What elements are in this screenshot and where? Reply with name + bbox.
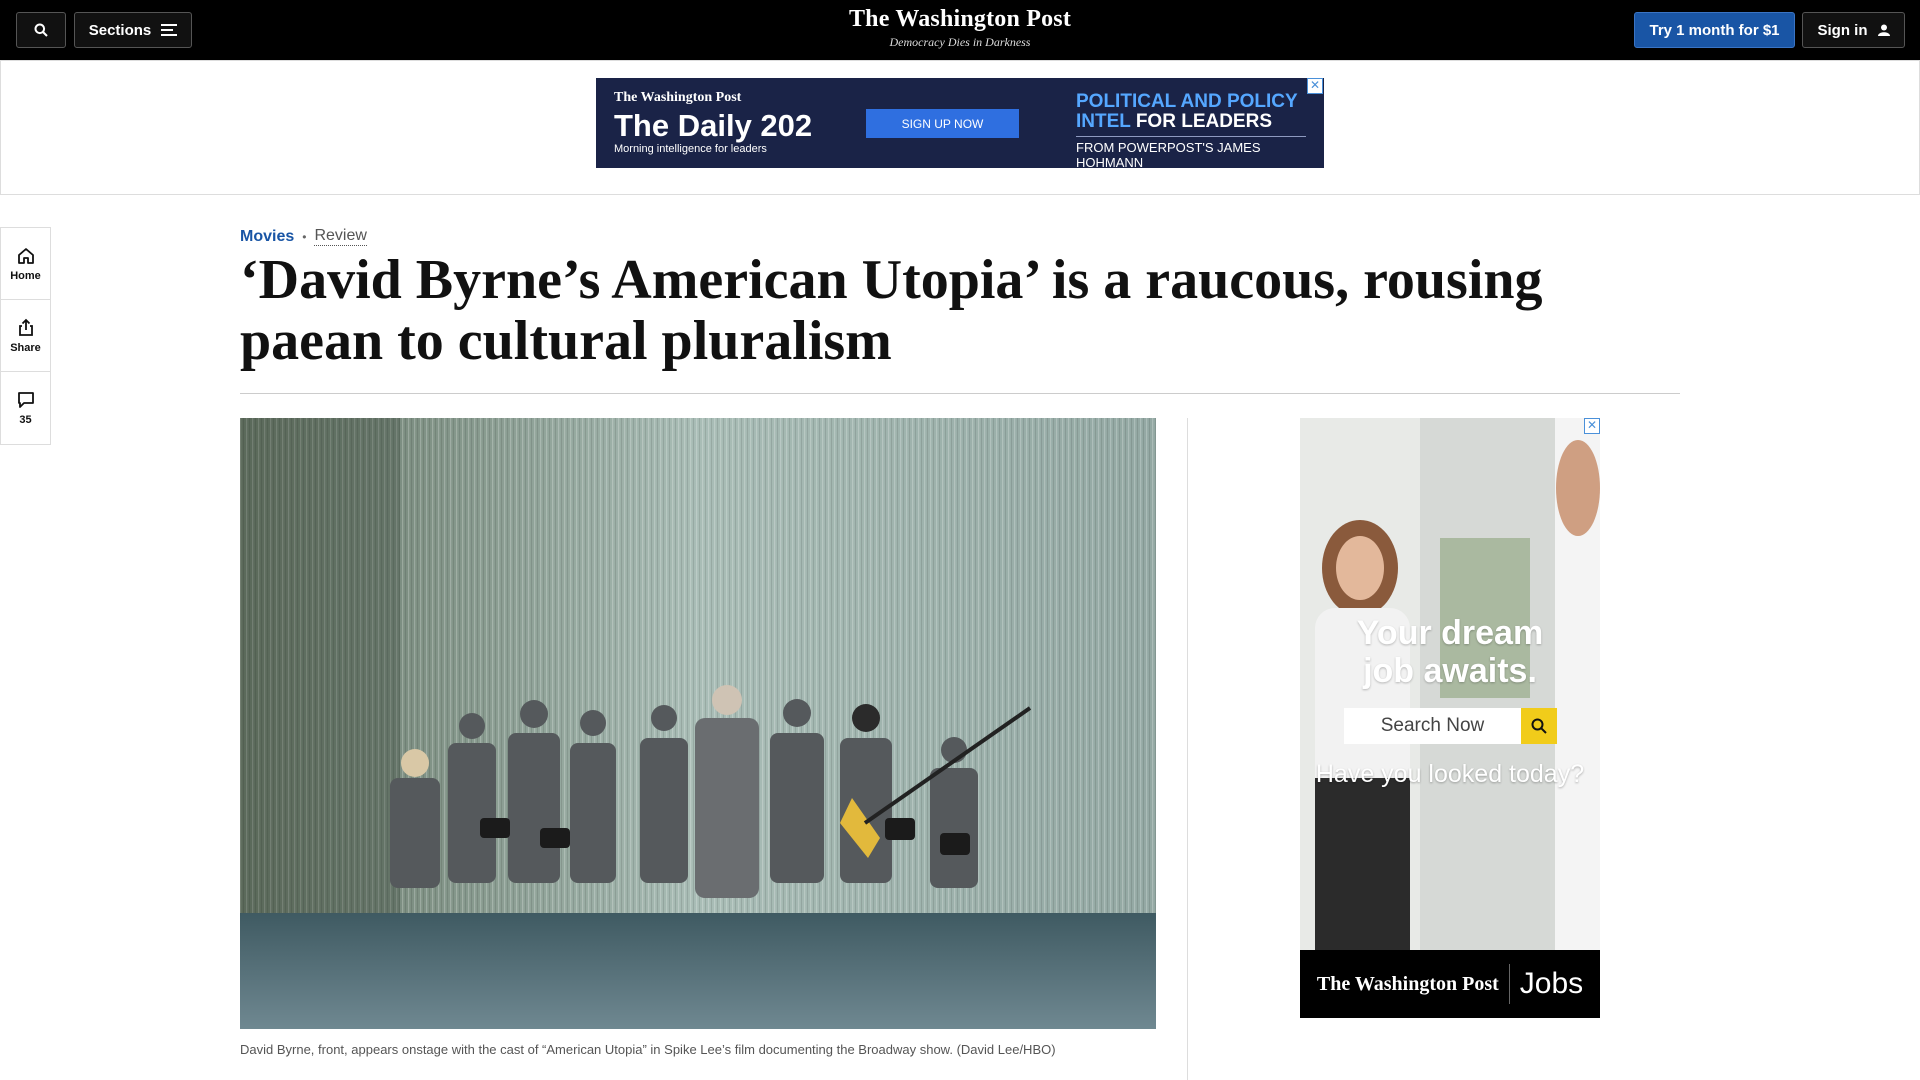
ad-subtitle: Morning intelligence for leaders: [614, 143, 767, 155]
home-icon: [17, 247, 34, 264]
subscribe-button[interactable]: Try 1 month for $1: [1634, 12, 1795, 48]
ad-line-1: Your dream: [1356, 614, 1544, 652]
ad-footer-divider: [1508, 964, 1510, 1004]
share-icon: [18, 318, 33, 336]
comment-icon: [17, 392, 34, 408]
ad-question: Have you looked today?: [1315, 760, 1585, 788]
article-kicker: Movies • Review: [240, 227, 367, 246]
ad-brand: The Washington Post: [1316, 972, 1499, 995]
sections-label: Sections: [88, 21, 152, 39]
ad-logo: The Washington Post: [614, 90, 742, 105]
article-headline: ‘David Byrne’s American Utopia’ is a rau…: [240, 249, 1543, 372]
ad-headline-white: FOR LEADERS: [1135, 111, 1273, 132]
rail-comments[interactable]: 35: [1, 372, 50, 444]
ad-line-2: job awaits.: [1363, 652, 1537, 690]
ad-signup-button[interactable]: SIGN UP NOW: [866, 109, 1019, 138]
sign-in-button[interactable]: Sign in: [1802, 12, 1905, 48]
user-icon: [1877, 24, 1890, 36]
sections-button[interactable]: Sections: [74, 12, 192, 48]
left-rail: Home Share 35: [0, 227, 51, 445]
site-logo[interactable]: The Washington Post: [760, 6, 1160, 33]
rail-share[interactable]: Share: [1, 300, 50, 372]
ad-footer: The Washington Post Jobs: [1300, 950, 1600, 1018]
jobs-ad[interactable]: Your dream job awaits. Search Now Have y…: [1300, 418, 1600, 1018]
ad-search-button[interactable]: [1521, 708, 1557, 744]
search-button[interactable]: [16, 12, 66, 48]
top-nav: Sections The Washington Post Democracy D…: [0, 0, 1920, 60]
comments-count: 35: [19, 414, 32, 426]
section-link[interactable]: Movies: [240, 228, 294, 246]
daily-202-ad[interactable]: The Washington Post The Daily 202 Mornin…: [596, 78, 1324, 168]
rail-home[interactable]: Home: [1, 228, 50, 300]
menu-icon: [161, 24, 178, 36]
ad-product: Jobs: [1519, 967, 1584, 1000]
site-tagline: Democracy Dies in Darkness: [889, 35, 1031, 49]
ad-title: The Daily 202: [614, 108, 813, 143]
ad-byline: FROM POWERPOST'S JAMES HOHMANN: [1076, 140, 1261, 168]
photo-caption: David Byrne, front, appears onstage with…: [240, 1042, 1056, 1057]
search-icon: [34, 23, 48, 37]
ad-headline: POLITICAL AND POLICY INTEL FOR LEADERS: [1076, 92, 1316, 132]
lead-photo[interactable]: [240, 418, 1156, 1029]
rail-home-label: Home: [10, 269, 41, 282]
masthead[interactable]: The Washington Post Democracy Dies in Da…: [760, 6, 1160, 50]
sign-in-label: Sign in: [1817, 21, 1868, 39]
review-label[interactable]: Review: [314, 227, 367, 246]
stage-performance-image: [240, 418, 1156, 1029]
kicker-separator: •: [302, 229, 307, 244]
headline-divider: [240, 393, 1680, 394]
ad-search-placeholder[interactable]: Search Now: [1344, 715, 1521, 737]
rail-share-label: Share: [10, 341, 41, 354]
search-icon: [1531, 718, 1547, 734]
side-ad-close-icon[interactable]: ✕: [1584, 418, 1600, 434]
ad-search-box[interactable]: Search Now: [1344, 708, 1557, 744]
column-divider: [1187, 418, 1188, 1080]
ad-close-icon[interactable]: ✕: [1307, 78, 1323, 94]
ad-divider: [1076, 136, 1306, 137]
